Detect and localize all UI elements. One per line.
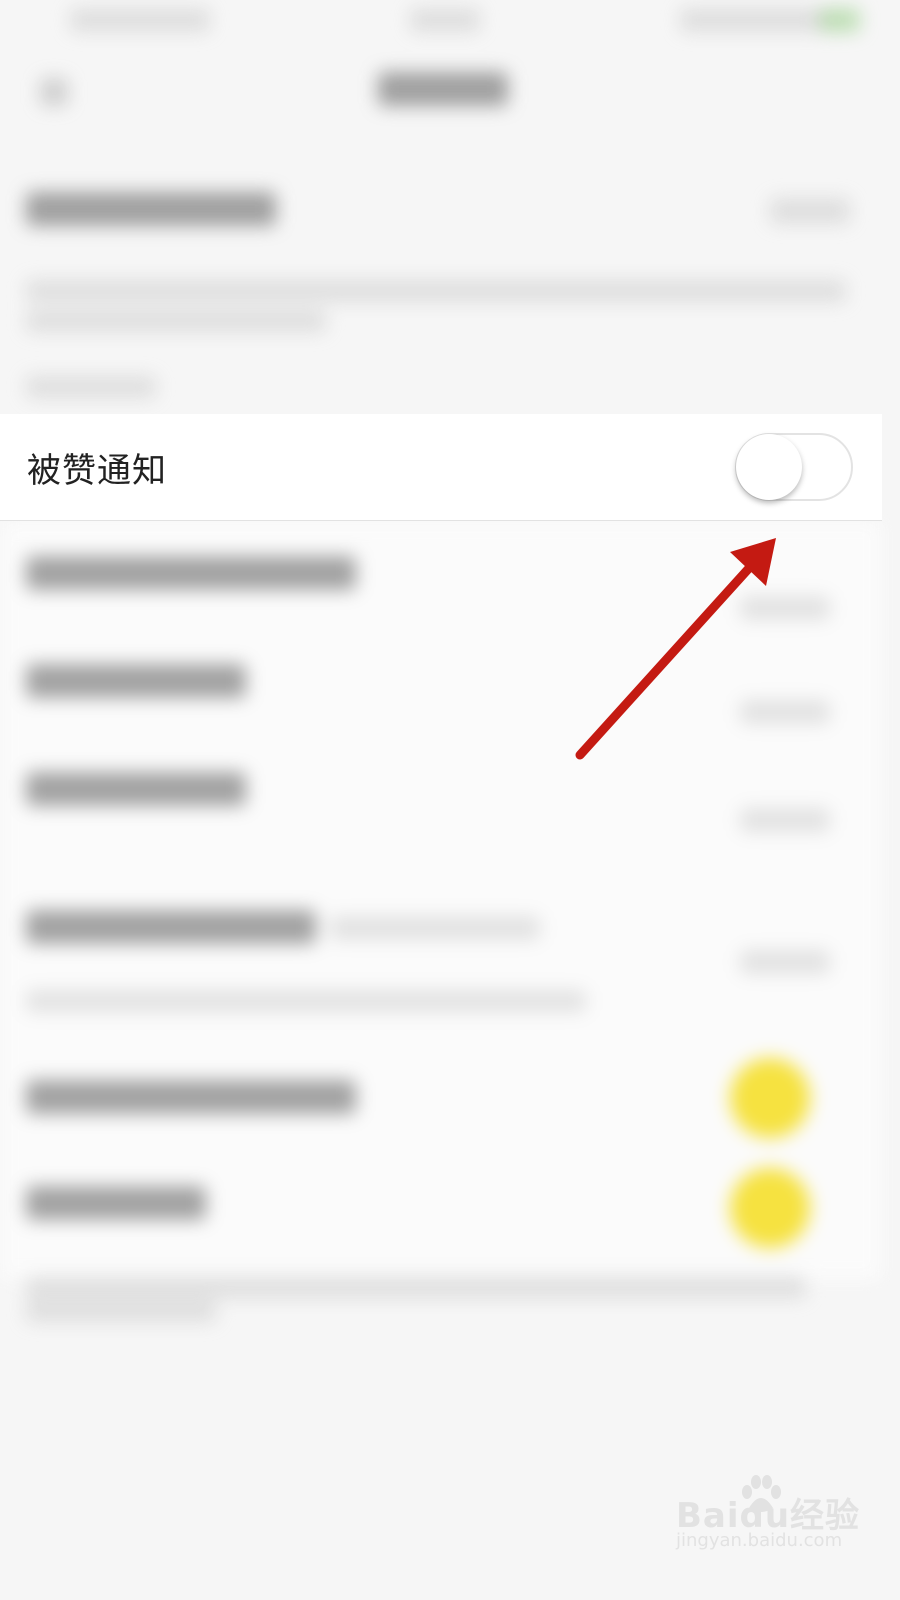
- watermark-url: jingyan.baidu.com: [676, 1530, 843, 1551]
- annotation-arrow: [575, 538, 776, 760]
- baidu-watermark: Baidu经验 jingyan.baidu.com: [676, 1475, 876, 1558]
